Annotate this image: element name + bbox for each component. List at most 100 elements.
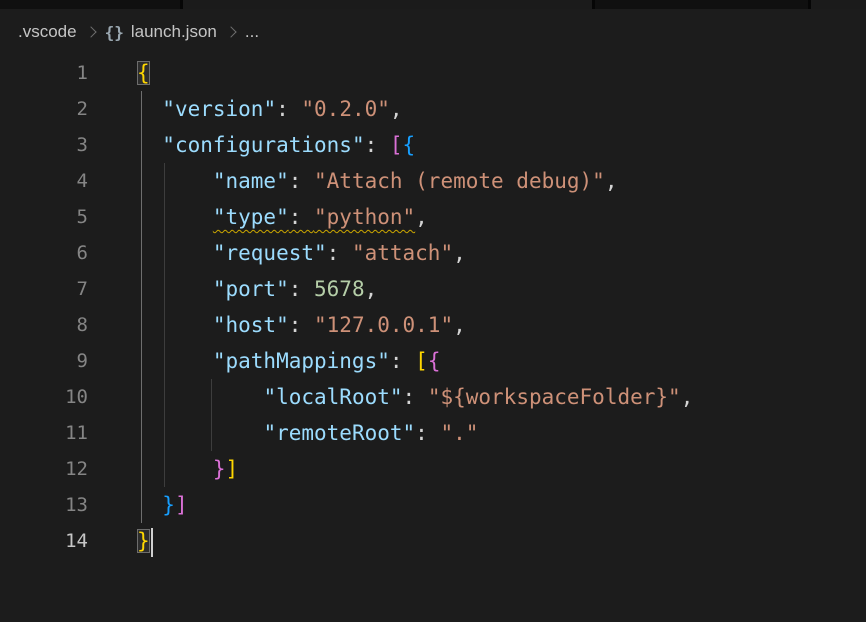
code-token: "python" <box>314 205 415 229</box>
code-token: , <box>415 205 428 229</box>
line-number[interactable]: 1 <box>0 55 88 91</box>
code-token: ] <box>175 493 188 517</box>
code-text: "host": "127.0.0.1", <box>88 307 466 343</box>
code-token: : <box>390 349 415 373</box>
code-text: "name": "Attach (remote debug)", <box>88 163 617 199</box>
code-line[interactable]: 1{ <box>0 55 866 91</box>
code-token: { <box>137 61 150 85</box>
code-token: [ <box>415 349 428 373</box>
code-line[interactable]: 7 "port": 5678, <box>0 271 866 307</box>
code-token <box>137 277 213 301</box>
code-text: "localRoot": "${workspaceFolder}", <box>88 379 693 415</box>
code-token: "${workspaceFolder}" <box>428 385 681 409</box>
tab-strip-segment <box>595 0 808 9</box>
code-line[interactable]: 6 "request": "attach", <box>0 235 866 271</box>
code-text: "request": "attach", <box>88 235 466 271</box>
code-token: } <box>162 493 175 517</box>
code-token: [ <box>390 133 403 157</box>
code-token: "." <box>440 421 478 445</box>
line-number[interactable]: 13 <box>0 487 88 523</box>
code-token: : <box>403 385 428 409</box>
code-line[interactable]: 2 "version": "0.2.0", <box>0 91 866 127</box>
tab-strip-segment <box>183 0 592 9</box>
code-token: , <box>390 97 403 121</box>
code-line[interactable]: 10 "localRoot": "${workspaceFolder}", <box>0 379 866 415</box>
tab-strip-segment <box>0 0 180 9</box>
code-token: , <box>605 169 618 193</box>
code-token: "version" <box>162 97 276 121</box>
code-token: , <box>453 313 466 337</box>
code-line[interactable]: 14} <box>0 523 866 559</box>
code-text: }] <box>88 487 188 523</box>
code-token <box>137 457 213 481</box>
code-token <box>137 421 263 445</box>
code-token: { <box>403 133 416 157</box>
code-token: "type" <box>213 205 289 229</box>
line-number[interactable]: 9 <box>0 343 88 379</box>
line-number[interactable]: 4 <box>0 163 88 199</box>
code-token: "name" <box>213 169 289 193</box>
code-token: : <box>289 277 314 301</box>
indent-guide <box>211 379 212 451</box>
breadcrumb-folder[interactable]: .vscode <box>18 22 77 42</box>
code-token: { <box>428 349 441 373</box>
code-line[interactable]: 4 "name": "Attach (remote debug)", <box>0 163 866 199</box>
chevron-right-icon <box>85 26 96 37</box>
line-number[interactable]: 3 <box>0 127 88 163</box>
line-number[interactable]: 12 <box>0 451 88 487</box>
code-token <box>137 169 213 193</box>
line-number[interactable]: 8 <box>0 307 88 343</box>
text-cursor <box>151 528 153 557</box>
code-token: "Attach (remote debug)" <box>314 169 605 193</box>
code-token <box>137 313 213 337</box>
code-text: "remoteRoot": "." <box>88 415 478 451</box>
code-text: "type": "python", <box>88 199 428 235</box>
code-token: : <box>365 133 390 157</box>
code-token <box>137 349 213 373</box>
code-token: 5678 <box>314 277 365 301</box>
code-token: , <box>681 385 694 409</box>
line-number[interactable]: 2 <box>0 91 88 127</box>
code-line[interactable]: 9 "pathMappings": [{ <box>0 343 866 379</box>
code-token: "remoteRoot" <box>263 421 415 445</box>
code-token <box>137 205 213 229</box>
breadcrumb: .vscode {} launch.json ... <box>0 9 866 55</box>
code-text: "configurations": [{ <box>88 127 415 163</box>
code-text: "version": "0.2.0", <box>88 91 403 127</box>
code-token: "localRoot" <box>263 385 402 409</box>
line-number[interactable]: 10 <box>0 379 88 415</box>
code-token <box>137 241 213 265</box>
line-number[interactable]: 11 <box>0 415 88 451</box>
breadcrumb-file[interactable]: {} launch.json <box>105 22 217 42</box>
code-token: : <box>327 241 352 265</box>
code-text: { <box>88 55 150 91</box>
code-token: : <box>276 97 301 121</box>
code-token: "configurations" <box>162 133 364 157</box>
code-line[interactable]: 12 }] <box>0 451 866 487</box>
code-line[interactable]: 5 "type": "python", <box>0 199 866 235</box>
code-token: ] <box>226 457 239 481</box>
editor[interactable]: 1{2 "version": "0.2.0",3 "configurations… <box>0 55 866 559</box>
line-number[interactable]: 7 <box>0 271 88 307</box>
code-token: , <box>365 277 378 301</box>
code-line[interactable]: 8 "host": "127.0.0.1", <box>0 307 866 343</box>
indent-guide-active <box>141 91 142 523</box>
chevron-right-icon <box>225 26 236 37</box>
code-token: "127.0.0.1" <box>314 313 453 337</box>
code-token: : <box>415 421 440 445</box>
line-number[interactable]: 6 <box>0 235 88 271</box>
code-line[interactable]: 11 "remoteRoot": "." <box>0 415 866 451</box>
code-token <box>137 385 263 409</box>
code-token: "0.2.0" <box>301 97 390 121</box>
tab-strip-segment <box>811 0 866 9</box>
indent-guide <box>164 163 165 487</box>
code-line[interactable]: 13 }] <box>0 487 866 523</box>
breadcrumb-symbol-ellipsis[interactable]: ... <box>245 22 259 42</box>
code-token: "request" <box>213 241 327 265</box>
json-braces-icon: {} <box>105 23 124 42</box>
line-number[interactable]: 14 <box>0 523 88 559</box>
code-text: "port": 5678, <box>88 271 377 307</box>
code-line[interactable]: 3 "configurations": [{ <box>0 127 866 163</box>
line-number[interactable]: 5 <box>0 199 88 235</box>
code-text: } <box>88 523 153 559</box>
